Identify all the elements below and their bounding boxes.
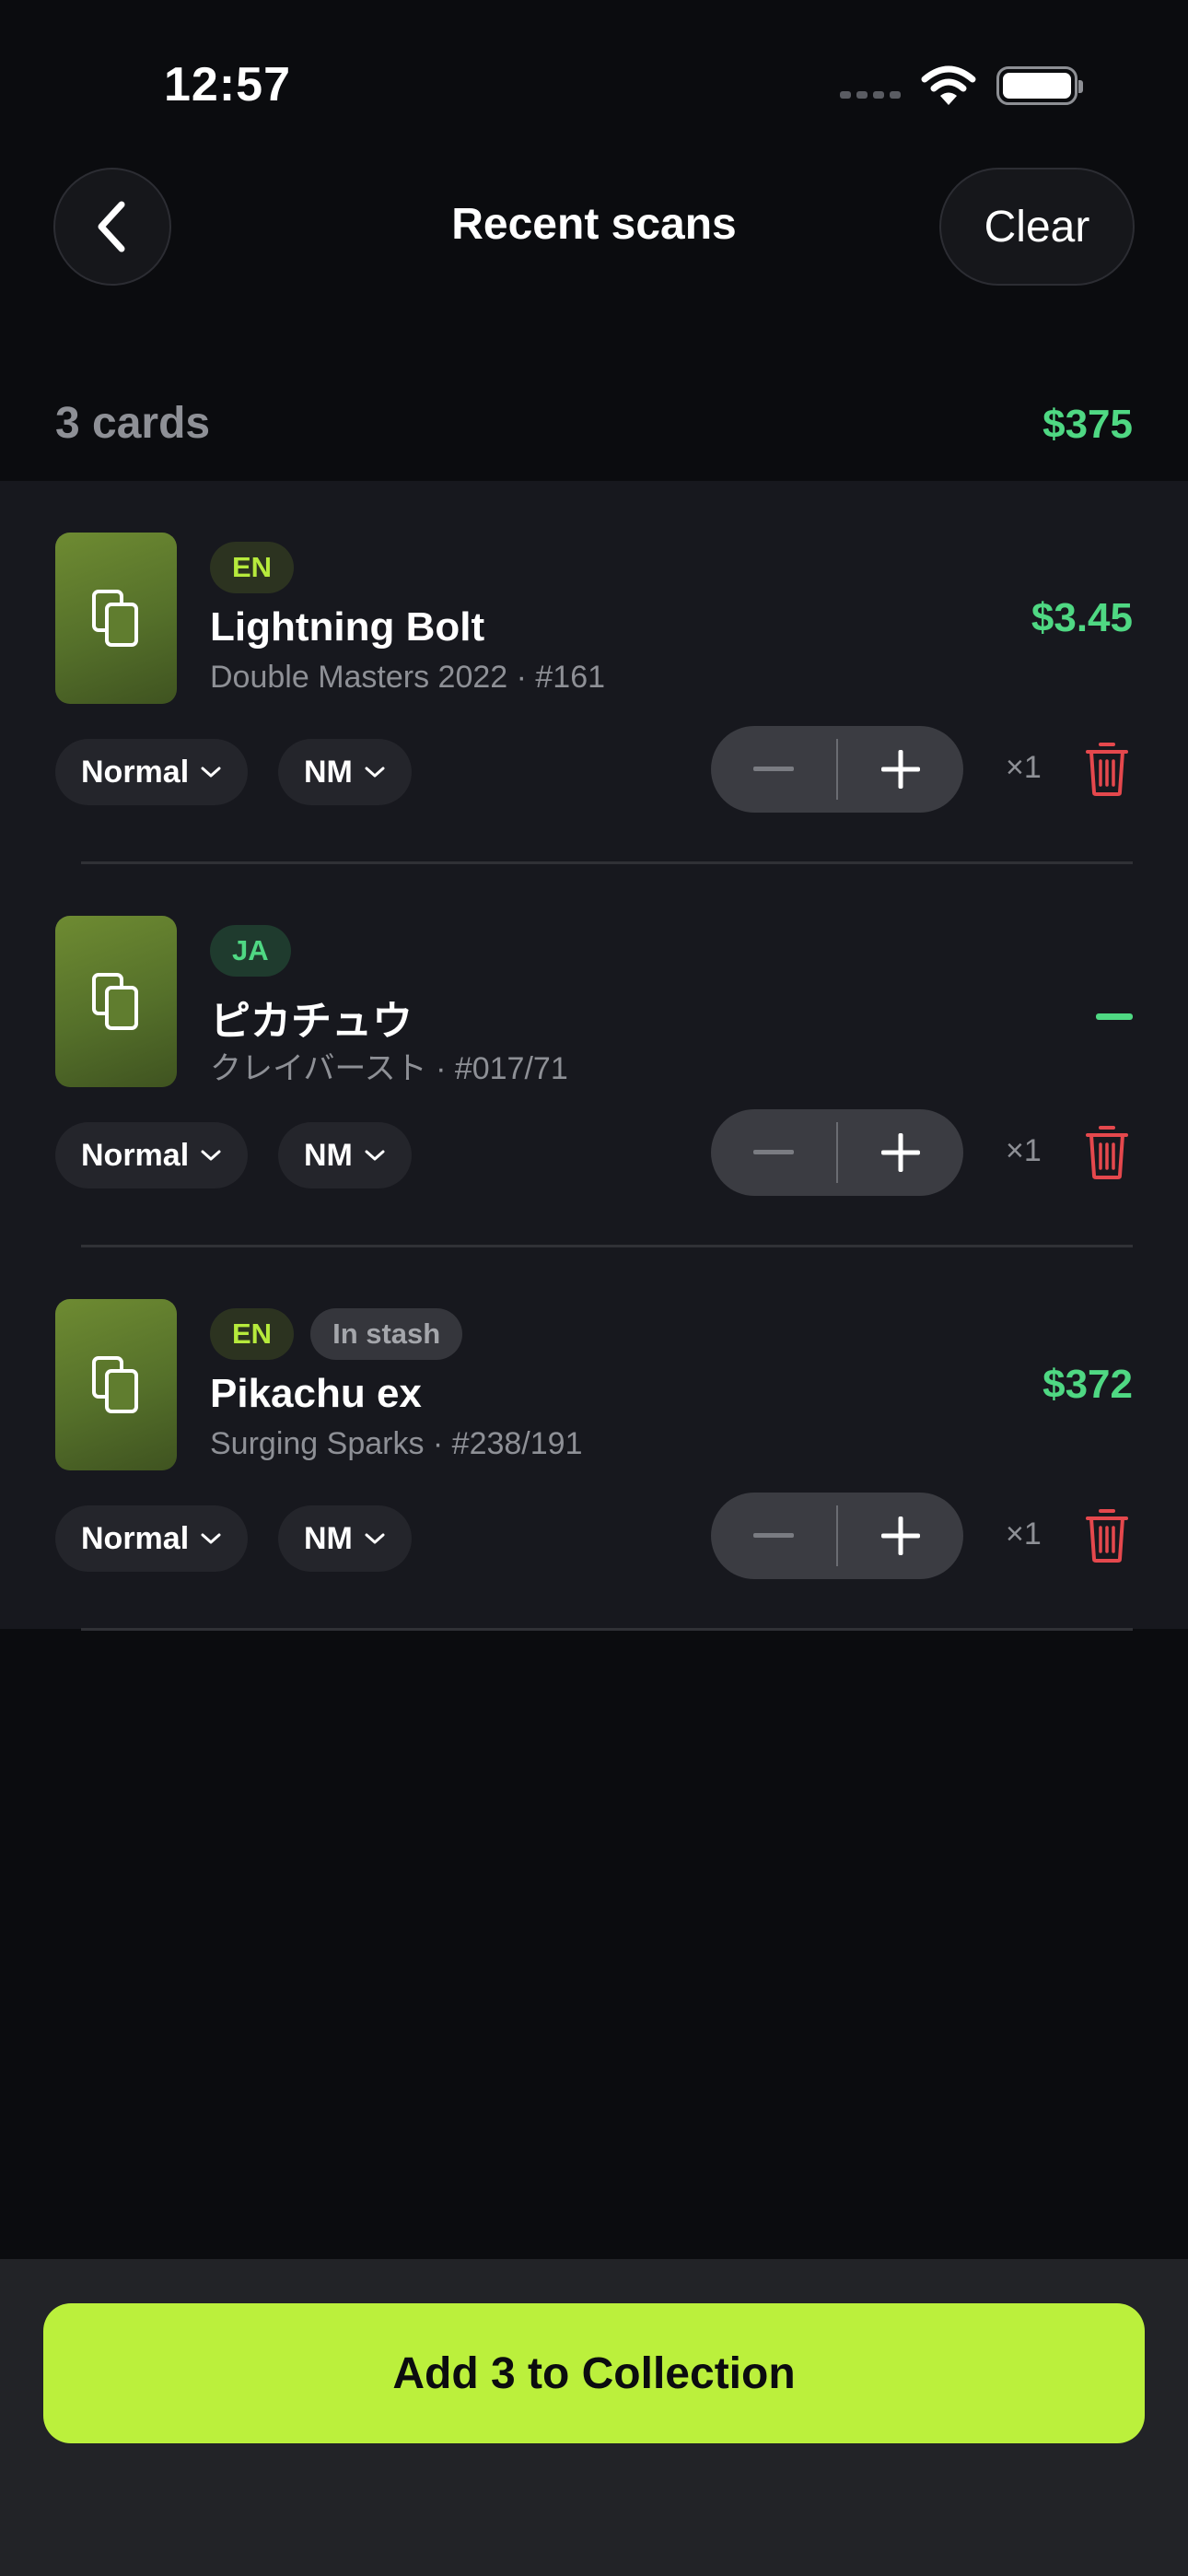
battery-icon (996, 66, 1083, 105)
minus-icon (753, 1533, 794, 1538)
add-to-collection-button[interactable]: Add 3 to Collection (43, 2303, 1145, 2443)
quantity-stepper (711, 1109, 963, 1196)
card-badges: JA (210, 925, 291, 977)
card-thumbnail (55, 916, 177, 1087)
card-thumbnail (55, 1299, 177, 1470)
minus-icon (753, 767, 794, 771)
finish-label: Normal (81, 1137, 190, 1173)
finish-label: Normal (81, 754, 190, 790)
cards-stack-icon (92, 590, 138, 647)
card-price: $372 (1042, 1362, 1133, 1407)
card-badges: EN (210, 542, 295, 593)
card-name: Lightning Bolt (210, 604, 485, 650)
condition-dropdown[interactable]: NM (278, 1122, 412, 1188)
card-set: Double Masters 2022 · #161 (210, 660, 606, 695)
decrement-button[interactable] (711, 1109, 836, 1196)
condition-label: NM (304, 1137, 353, 1173)
language-badge: JA (210, 925, 291, 977)
increment-button[interactable] (838, 1109, 963, 1196)
finish-dropdown[interactable]: Normal (55, 739, 249, 805)
condition-dropdown[interactable]: NM (278, 1505, 412, 1572)
increment-button[interactable] (838, 726, 963, 813)
card-set: クレイバースト · #017/71 (210, 1051, 568, 1086)
card-name: ピカチュウ (210, 999, 413, 1044)
wifi-icon (921, 65, 976, 105)
chevron-down-icon (201, 767, 221, 778)
in-stash-badge: In stash (310, 1308, 463, 1360)
cards-stack-icon (92, 1356, 138, 1413)
cards-stack-icon (92, 973, 138, 1030)
trash-icon[interactable] (1085, 1505, 1129, 1564)
quantity-stepper (711, 1493, 963, 1579)
clear-button[interactable]: Clear (939, 168, 1135, 286)
screen: 12:57 Recent scans Clear 3 cards $375 EN… (0, 0, 1188, 2576)
card-badges: EN In stash (210, 1308, 463, 1360)
condition-dropdown[interactable]: NM (278, 739, 412, 805)
card-row[interactable]: EN Lightning Bolt Double Masters 2022 · … (0, 481, 1188, 864)
decrement-button[interactable] (711, 726, 836, 813)
chevron-down-icon (201, 1150, 221, 1161)
increment-button[interactable] (838, 1493, 963, 1579)
chevron-down-icon (201, 1533, 221, 1544)
quantity-stepper (711, 726, 963, 813)
plus-icon (881, 750, 920, 789)
quantity-label: ×1 (1006, 1133, 1042, 1168)
card-count: 3 cards (55, 399, 211, 448)
condition-label: NM (304, 1520, 353, 1556)
chevron-down-icon (365, 1150, 385, 1161)
finish-label: Normal (81, 1520, 190, 1556)
chevron-down-icon (365, 767, 385, 778)
status-time: 12:57 (164, 58, 291, 111)
price-unavailable-dash (1096, 1013, 1133, 1020)
cellular-signal-icon (840, 91, 901, 99)
minus-icon (753, 1150, 794, 1154)
trash-icon[interactable] (1085, 739, 1129, 798)
bottom-action-bar: Add 3 to Collection (0, 2259, 1188, 2576)
plus-icon (881, 1516, 920, 1555)
decrement-button[interactable] (711, 1493, 836, 1579)
card-price: $3.45 (1031, 595, 1133, 640)
trash-icon[interactable] (1085, 1122, 1129, 1181)
quantity-label: ×1 (1006, 1516, 1042, 1551)
quantity-label: ×1 (1006, 750, 1042, 785)
language-badge: EN (210, 1308, 295, 1360)
row-divider (81, 1628, 1133, 1631)
card-set: Surging Sparks · #238/191 (210, 1426, 583, 1461)
card-row[interactable]: JA ピカチュウ クレイバースト · #017/71 Normal NM ×1 (0, 864, 1188, 1247)
language-badge: EN (210, 542, 295, 593)
total-value: $375 (1042, 402, 1133, 447)
card-row[interactable]: EN In stash Pikachu ex Surging Sparks · … (0, 1247, 1188, 1631)
finish-dropdown[interactable]: Normal (55, 1505, 249, 1572)
scan-list: EN Lightning Bolt Double Masters 2022 · … (0, 481, 1188, 1631)
card-name: Pikachu ex (210, 1371, 422, 1416)
finish-dropdown[interactable]: Normal (55, 1122, 249, 1188)
status-icons (840, 64, 1083, 107)
plus-icon (881, 1133, 920, 1172)
chevron-down-icon (365, 1533, 385, 1544)
condition-label: NM (304, 754, 353, 790)
card-thumbnail (55, 533, 177, 704)
